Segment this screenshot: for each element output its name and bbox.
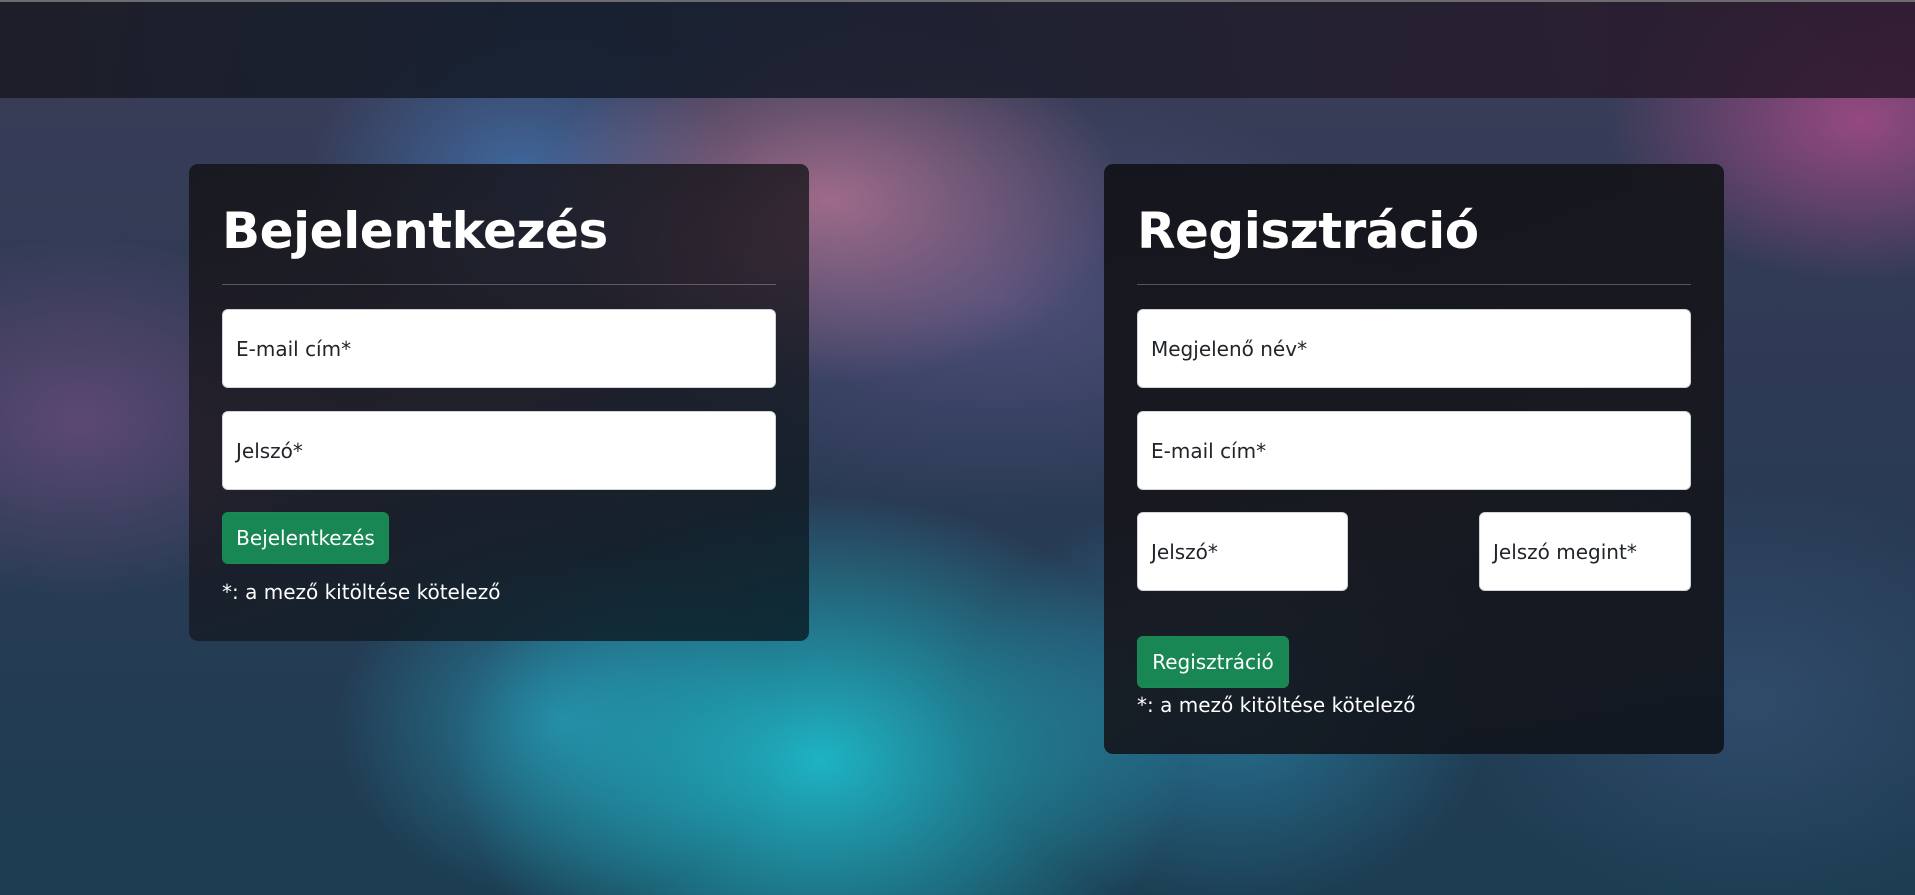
register-display-name-placeholder: Megjelenő név*: [1151, 336, 1308, 361]
login-required-note: *: a mező kitöltése kötelező: [222, 580, 501, 604]
register-password-again-field[interactable]: Jelszó megint*: [1479, 512, 1691, 591]
login-password-placeholder: Jelszó*: [236, 438, 303, 463]
register-password-field[interactable]: Jelszó*: [1137, 512, 1348, 591]
register-button[interactable]: Regisztráció: [1137, 636, 1289, 688]
register-email-placeholder: E-mail cím*: [1151, 438, 1267, 463]
register-email-field[interactable]: E-mail cím*: [1137, 411, 1691, 490]
register-password-placeholder: Jelszó*: [1151, 539, 1218, 564]
login-email-placeholder: E-mail cím*: [236, 336, 352, 361]
register-password-again-placeholder: Jelszó megint*: [1493, 539, 1637, 564]
register-display-name-field[interactable]: Megjelenő név*: [1137, 309, 1691, 388]
login-divider: [222, 284, 776, 285]
register-card: Regisztráció Megjelenő név* E-mail cím* …: [1104, 164, 1724, 754]
login-button[interactable]: Bejelentkezés: [222, 512, 389, 564]
login-card: Bejelentkezés E-mail cím* Jelszó* Bejele…: [189, 164, 809, 641]
login-email-field[interactable]: E-mail cím*: [222, 309, 776, 388]
login-password-field[interactable]: Jelszó*: [222, 411, 776, 490]
register-required-note: *: a mező kitöltése kötelező: [1137, 693, 1416, 717]
register-title: Regisztráció: [1137, 202, 1479, 260]
register-divider: [1137, 284, 1691, 285]
top-navbar: [0, 0, 1915, 98]
login-title: Bejelentkezés: [222, 202, 608, 260]
